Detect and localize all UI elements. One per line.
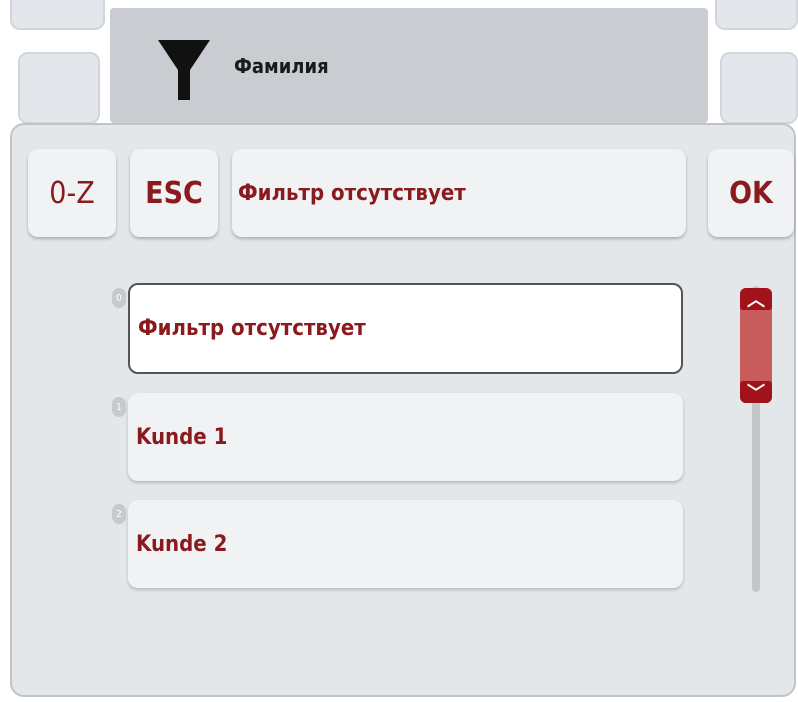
list-item-label: Kunde 2 — [136, 531, 228, 557]
background-tile — [10, 0, 105, 30]
list-item-label: Kunde 1 — [136, 424, 228, 450]
header-title: Фамилия — [234, 54, 329, 78]
top-bar: Фамилия — [0, 0, 798, 125]
chevron-down-icon[interactable]: ﹀ — [740, 381, 772, 404]
background-tile — [715, 0, 798, 30]
sort-button[interactable]: 0-Z — [28, 149, 116, 237]
background-tile — [720, 52, 798, 124]
ok-button[interactable]: OK — [708, 149, 794, 237]
header-tab[interactable]: Фамилия — [110, 8, 708, 123]
background-tile — [18, 52, 100, 124]
list-item[interactable]: Kunde 2 — [128, 500, 683, 588]
list-item-label: Фильтр отсутствует — [138, 316, 366, 341]
list-item-index: 0 — [112, 288, 126, 308]
chevron-up-icon[interactable]: ︿ — [740, 288, 772, 311]
scrollbar-thumb[interactable]: ︿ ﹀ — [740, 288, 772, 404]
filter-funnel-icon — [158, 40, 210, 100]
list-item-index: 2 — [112, 504, 126, 524]
list-item[interactable]: Kunde 1 — [128, 393, 683, 481]
current-filter-display[interactable]: Фильтр отсутствует — [232, 149, 686, 237]
list-item[interactable]: Фильтр отсутствует — [128, 283, 683, 374]
list-item-index: 1 — [112, 397, 126, 417]
esc-button[interactable]: ESC — [130, 149, 218, 237]
